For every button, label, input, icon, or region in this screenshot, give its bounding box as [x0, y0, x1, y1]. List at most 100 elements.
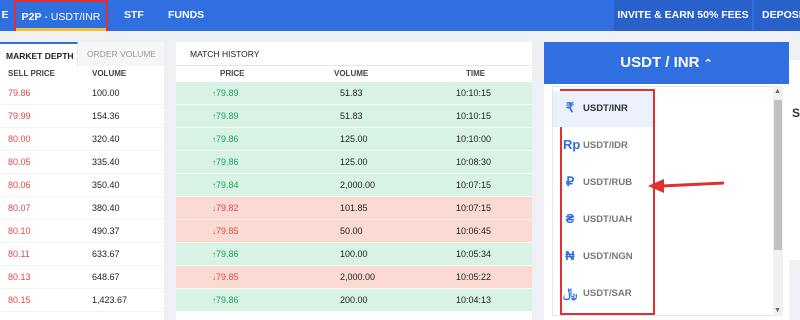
col-price: PRICE [220, 69, 245, 78]
match-price: ↑79.86 [212, 157, 239, 167]
match-volume: 2,000.00 [340, 272, 376, 282]
match-time: 10:10:15 [456, 88, 492, 98]
currency-symbol-icon: ₴ [565, 211, 575, 226]
currency-symbol-icon: Rp [563, 137, 581, 152]
tab-order-volume[interactable]: ORDER VOLUME [79, 42, 164, 66]
match-row: ↓79.85 2,000.00 10:05:22 [176, 266, 532, 289]
match-price: ↓79.85 [212, 226, 239, 236]
sell-price: 79.86 [8, 88, 31, 98]
market-depth-panel: MARKET DEPTH ORDER VOLUME SELL PRICE VOL… [0, 42, 164, 320]
match-price-value: 79.89 [216, 88, 239, 98]
pair-option-label: USDT/NGN [583, 251, 633, 262]
match-price-value: 79.86 [216, 249, 239, 259]
scroll-up-icon[interactable]: ▲ [774, 88, 781, 95]
sell-price: 80.06 [8, 180, 31, 190]
pair-option-usdt-idr[interactable]: Rp USDT/IDR [553, 128, 653, 164]
nav-p2p-label: P2P [21, 11, 42, 23]
currency-symbol-icon: ₦ [565, 248, 575, 263]
depth-header: SELL PRICE VOLUME [0, 66, 164, 82]
background-panel-peek: S [789, 60, 800, 260]
tab-market-depth[interactable]: MARKET DEPTH [0, 42, 78, 66]
pair-option-label: USDT/SAR [583, 288, 632, 299]
match-time: 10:05:34 [456, 249, 492, 259]
match-price-value: 79.86 [216, 134, 239, 144]
sell-price: 79.99 [8, 111, 31, 121]
sell-price: 80.10 [8, 226, 31, 236]
nav-funds-tab[interactable]: FUNDS [168, 0, 204, 31]
pair-option-label: USDT/INR [583, 103, 628, 114]
match-price: ↑79.89 [212, 111, 239, 121]
match-row: ↑79.89 51.83 10:10:15 [176, 82, 532, 105]
invite-earn-button[interactable]: INVITE & EARN 50% FEES [614, 0, 752, 31]
match-time: 10:10:00 [456, 134, 492, 144]
nav-p2p-tab[interactable]: P2P - USDT/INR [14, 0, 108, 31]
match-row: ↓79.85 50.00 10:06:45 [176, 220, 532, 243]
sell-volume: 380.40 [92, 203, 120, 213]
currency-symbol-icon: ﷼ [563, 285, 578, 300]
match-time: 10:05:22 [456, 272, 492, 282]
match-row: ↑79.86 100.00 10:05:34 [176, 243, 532, 266]
match-volume: 100.00 [340, 249, 368, 259]
match-volume: 51.83 [340, 88, 363, 98]
pair-selector-toggle[interactable]: USDT / INR ⌃ [544, 42, 789, 84]
match-price: ↑79.86 [212, 295, 239, 305]
sell-volume: 350.40 [92, 180, 120, 190]
match-time: 10:04:13 [456, 295, 492, 305]
match-price: ↓79.85 [212, 272, 239, 282]
depth-row[interactable]: 80.11 633.67 [0, 243, 164, 266]
match-price-value: 79.86 [216, 295, 239, 305]
match-time: 10:06:45 [456, 226, 492, 236]
match-price-value: 79.86 [216, 157, 239, 167]
nav-pair-label: - USDT/INR [41, 11, 101, 23]
sell-price: 80.00 [8, 134, 31, 144]
match-volume: 50.00 [340, 226, 363, 236]
annotation-arrow-icon [648, 179, 725, 193]
pair-option-usdt-sar[interactable]: ﷼ USDT/SAR [553, 276, 653, 312]
pair-option-usdt-ngn[interactable]: ₦ USDT/NGN [553, 239, 653, 275]
match-price-value: 79.89 [216, 111, 239, 121]
scrollbar-thumb[interactable] [774, 100, 782, 250]
match-history-title: MATCH HISTORY [176, 42, 532, 66]
deposit-button[interactable]: DEPOSIT [754, 0, 800, 31]
depth-row[interactable]: 80.13 648.67 [0, 266, 164, 289]
depth-row[interactable]: 80.06 350.40 [0, 174, 164, 197]
pair-selector-title: USDT / INR [620, 54, 700, 71]
pair-option-label: USDT/IDR [583, 140, 628, 151]
sell-price: 80.11 [8, 249, 30, 259]
depth-tabs: MARKET DEPTH ORDER VOLUME [0, 42, 164, 66]
match-row: ↑79.89 51.83 10:10:15 [176, 105, 532, 128]
depth-row[interactable]: 80.05 335.40 [0, 151, 164, 174]
match-price: ↑79.86 [212, 249, 239, 259]
nav-edge-item[interactable]: E [0, 0, 10, 31]
nav-stf-tab[interactable]: STF [124, 0, 144, 31]
sell-volume: 100.00 [92, 88, 120, 98]
sell-volume: 633.67 [92, 249, 120, 259]
match-price-value: 79.85 [216, 272, 239, 282]
pair-option-label: USDT/UAH [583, 214, 633, 225]
match-volume: 125.00 [340, 134, 368, 144]
sell-price: 80.07 [8, 203, 31, 213]
depth-row[interactable]: 79.86 100.00 [0, 82, 164, 105]
depth-row[interactable]: 80.00 320.40 [0, 128, 164, 151]
match-price: ↓79.82 [212, 203, 239, 213]
depth-row[interactable]: 79.99 154.36 [0, 105, 164, 128]
depth-rows: 79.86 100.00 79.99 154.36 80.00 320.40 80.05 33… [0, 82, 164, 312]
scroll-down-icon[interactable]: ▼ [774, 307, 781, 314]
pair-option-usdt-rub[interactable]: ₽ USDT/RUB [553, 165, 653, 201]
depth-row[interactable]: 80.15 1,423.67 [0, 289, 164, 312]
match-volume: 51.83 [340, 111, 363, 121]
match-price: ↑79.86 [212, 134, 239, 144]
match-row: ↑79.86 125.00 10:08:30 [176, 151, 532, 174]
col-time: TIME [466, 69, 486, 78]
match-row: ↓79.82 101.85 10:07:15 [176, 197, 532, 220]
depth-row[interactable]: 80.10 490.37 [0, 220, 164, 243]
sell-volume: 648.67 [92, 272, 120, 282]
top-nav: E P2P - USDT/INR STF FUNDS INVITE & EARN… [0, 0, 800, 31]
depth-row[interactable]: 80.07 380.40 [0, 197, 164, 220]
pair-option-usdt-uah[interactable]: ₴ USDT/UAH [553, 202, 653, 238]
dropdown-scrollbar[interactable]: ▲ ▼ [773, 86, 783, 316]
pair-option-usdt-inr[interactable]: ₹ USDT/INR [553, 91, 653, 127]
sell-volume: 1,423.67 [92, 295, 128, 305]
currency-symbol-icon: ₽ [565, 174, 575, 189]
match-volume: 2,000.00 [340, 180, 376, 190]
